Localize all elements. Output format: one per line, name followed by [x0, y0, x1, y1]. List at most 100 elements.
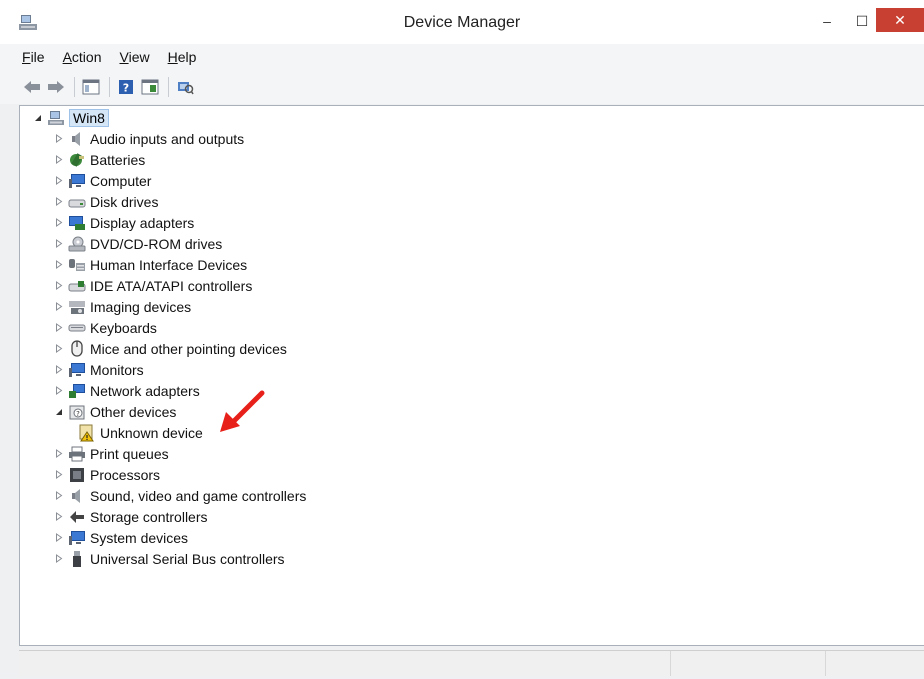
tree-category-item[interactable]: Monitors [53, 359, 144, 380]
tree-item-label: Monitors [90, 361, 144, 378]
expand-icon[interactable] [53, 553, 65, 565]
expand-icon[interactable] [53, 448, 65, 460]
expand-icon[interactable] [53, 196, 65, 208]
update-driver-button[interactable] [140, 77, 160, 97]
warning-device-icon [78, 424, 96, 442]
disk-icon [68, 193, 86, 211]
expand-icon[interactable] [53, 343, 65, 355]
dvd-icon [68, 235, 86, 253]
monitor-icon [68, 361, 86, 379]
expand-icon[interactable] [53, 532, 65, 544]
tree-category-item[interactable]: Universal Serial Bus controllers [53, 548, 285, 569]
expand-icon[interactable] [53, 301, 65, 313]
minimize-button[interactable]: – [812, 8, 842, 34]
tree-category-item[interactable]: Audio inputs and outputs [53, 128, 244, 149]
tree-item-label: Storage controllers [90, 508, 208, 525]
tree-root-label: Win8 [69, 108, 109, 127]
expand-icon[interactable] [53, 490, 65, 502]
menu-file[interactable]: File [22, 49, 45, 65]
tree-category-item[interactable]: Batteries [53, 149, 145, 170]
tree-category-item[interactable]: Disk drives [53, 191, 158, 212]
help-button[interactable]: ? [116, 77, 136, 97]
tree-root-win8[interactable]: Win8 [32, 107, 109, 128]
expand-icon[interactable] [53, 511, 65, 523]
menu-action-rest: ction [71, 49, 102, 65]
tree-item-label: Universal Serial Bus controllers [90, 550, 285, 567]
tree-category-item[interactable]: Network adapters [53, 380, 200, 401]
speaker-icon [68, 487, 86, 505]
menu-action[interactable]: Action [63, 49, 102, 65]
expand-icon[interactable] [53, 175, 65, 187]
battery-icon [68, 151, 86, 169]
collapse-icon[interactable] [53, 406, 65, 418]
status-pane [825, 651, 924, 676]
storage-icon [68, 508, 86, 526]
back-icon [24, 81, 40, 93]
expand-icon[interactable] [53, 364, 65, 376]
tree-category-item[interactable]: DVD/CD-ROM drives [53, 233, 222, 254]
scan-hardware-button[interactable] [175, 77, 195, 97]
tree-category-item[interactable]: Imaging devices [53, 296, 191, 317]
forward-button[interactable] [46, 77, 66, 97]
tree-category-item[interactable]: System devices [53, 527, 188, 548]
expand-icon[interactable] [53, 238, 65, 250]
tree-item-label: Audio inputs and outputs [90, 130, 245, 147]
update-driver-icon [141, 79, 159, 95]
status-pane [670, 651, 826, 676]
tree-category-item[interactable]: Storage controllers [53, 506, 208, 527]
tree-category-item[interactable]: Computer [53, 170, 151, 191]
monitor-icon [68, 529, 86, 547]
expand-icon[interactable] [53, 322, 65, 334]
expand-icon[interactable] [53, 280, 65, 292]
tree-category-item[interactable]: Print queues [53, 443, 169, 464]
annotation-arrow [220, 390, 265, 432]
maximize-button[interactable]: ☐ [848, 8, 876, 34]
expand-icon[interactable] [53, 259, 65, 271]
toolbar-separator [168, 77, 169, 97]
tree-item-label: IDE ATA/ATAPI controllers [90, 277, 253, 294]
tree-item-label: Display adapters [90, 214, 195, 231]
hid-icon [68, 256, 86, 274]
title-bar: Device Manager – ☐ ✕ [0, 0, 924, 44]
status-bar [19, 650, 924, 676]
expand-icon[interactable] [53, 217, 65, 229]
tree-category-item[interactable]: Display adapters [53, 212, 194, 233]
menu-file-accel: F [22, 49, 31, 65]
show-hide-tree-button[interactable] [81, 77, 101, 97]
tree-category-item[interactable]: IDE ATA/ATAPI controllers [53, 275, 252, 296]
menu-help[interactable]: Help [168, 49, 197, 65]
usb-icon [68, 550, 86, 568]
device-tree[interactable]: Win8 Audio inputs and outputs Batteries Co… [19, 105, 924, 646]
tree-category-item[interactable]: Mice and other pointing devices [53, 338, 287, 359]
help-icon: ? [119, 80, 133, 95]
expand-icon[interactable] [53, 154, 65, 166]
tree-category-item[interactable]: Human Interface Devices [53, 254, 247, 275]
close-button[interactable]: ✕ [876, 8, 924, 32]
tree-item-label: Mice and other pointing devices [90, 340, 287, 357]
camera-icon [68, 298, 86, 316]
tree-category-item[interactable]: Keyboards [53, 317, 157, 338]
menu-view[interactable]: View [120, 49, 150, 65]
computer-icon [47, 109, 65, 127]
tree-item-label: Processors [90, 466, 161, 483]
unknown-device-category-icon: ? [68, 403, 86, 421]
expand-icon[interactable] [53, 385, 65, 397]
back-button[interactable] [22, 77, 42, 97]
tree-category-item[interactable]: Processors [53, 464, 160, 485]
tree-category-item[interactable]: Sound, video and game controllers [53, 485, 306, 506]
expand-icon[interactable] [53, 133, 65, 145]
tree-item-label: System devices [90, 529, 189, 546]
tree-child-item[interactable]: Unknown device [78, 422, 203, 443]
expand-icon[interactable] [53, 469, 65, 481]
collapse-icon[interactable] [32, 112, 44, 124]
menu-help-accel: H [167, 49, 178, 65]
properties-icon [82, 79, 100, 95]
tree-item-label: Disk drives [90, 193, 159, 210]
tree-category-item[interactable]: ? Other devices [53, 401, 176, 422]
tree-item-label: Computer [90, 172, 152, 189]
menu-view-rest: iew [128, 49, 150, 65]
tree-item-label: Batteries [90, 151, 146, 168]
mouse-icon [68, 339, 86, 358]
toolbar-separator [74, 77, 75, 97]
display-adapter-icon [68, 214, 86, 232]
